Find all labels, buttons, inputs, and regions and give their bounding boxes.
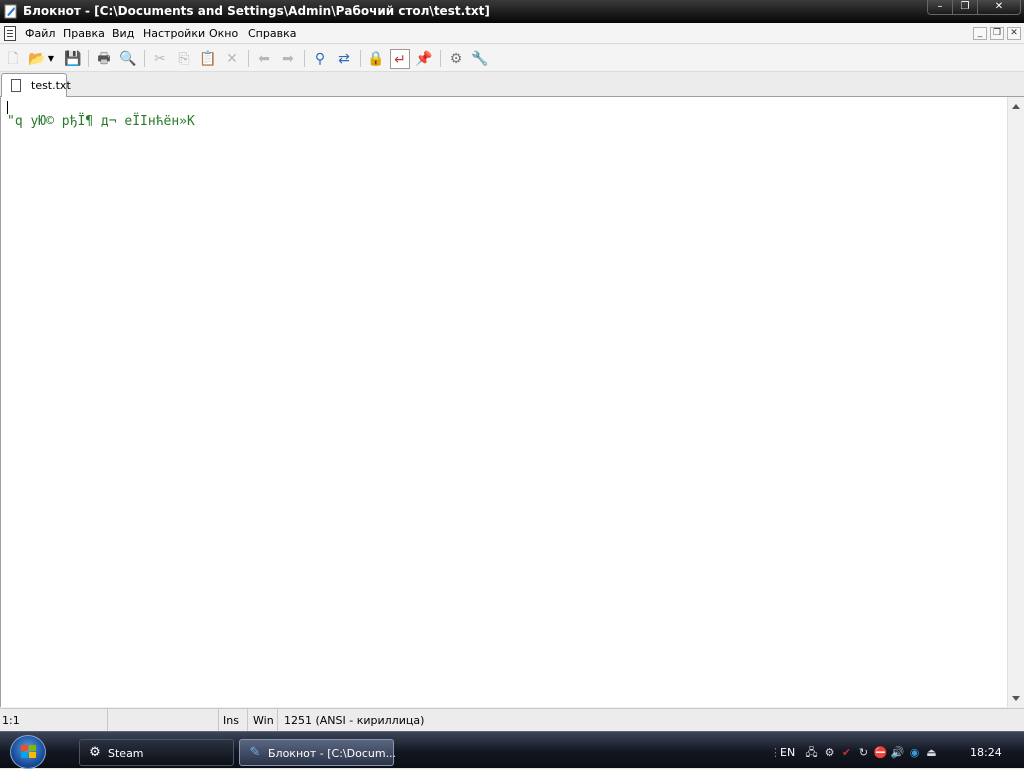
steam-icon: ⚙	[89, 745, 101, 760]
replace-icon[interactable]: ⇄	[334, 49, 354, 69]
menu-window[interactable]: Окно	[209, 27, 238, 40]
lock-icon[interactable]: 🔒	[366, 49, 386, 69]
mdi-minimize-button[interactable]: _	[973, 27, 987, 40]
taskbar-item-steam[interactable]: ⚙ Steam	[79, 739, 234, 766]
safely-remove-icon[interactable]: ⏏	[924, 745, 939, 760]
open-folder-icon[interactable]: 📂	[27, 49, 47, 69]
dropdown-arrow-icon[interactable]: ▼	[45, 49, 57, 69]
language-indicator[interactable]: EN	[780, 746, 795, 759]
document-system-icon[interactable]	[4, 26, 16, 41]
taskbar-item-notepad[interactable]: ✎ Блокнот - [C:\Docum...	[239, 739, 397, 766]
toolbar-separator	[144, 50, 145, 67]
status-encoding[interactable]: 1251 (ANSI - кириллица)	[278, 709, 1024, 732]
toolbar-separator	[248, 50, 249, 67]
media-icon[interactable]: ◉	[907, 745, 922, 760]
copy-icon[interactable]: ⎘	[174, 49, 194, 69]
close-button[interactable]: ✕	[977, 0, 1021, 15]
toolbar-separator	[88, 50, 89, 67]
status-blank	[108, 709, 219, 732]
window-title: Блокнот - [C:\Documents and Settings\Adm…	[23, 4, 490, 18]
editor-line: "q уЮ© рђЇ¶ д¬ еЇІнћён»К	[7, 114, 195, 129]
toolbar-separator	[440, 50, 441, 67]
status-cursor-position: 1:1	[0, 709, 108, 732]
menu-help[interactable]: Справка	[248, 27, 296, 40]
toolbar: 🗋 📂 ▼ 💾 🖶 🔍 ✂ ⎘ 📋 ✕ ⬅ ➡ ⚲ ⇄ 🔒 ↵ 📌 ⚙ 🔧	[0, 45, 1024, 72]
mdi-restore-button[interactable]: ❐	[990, 27, 1004, 40]
print-preview-icon[interactable]: 🔍	[118, 49, 138, 69]
find-icon[interactable]: ⚲	[310, 49, 330, 69]
vertical-scrollbar[interactable]	[1007, 97, 1024, 707]
taskbar-item-label: Steam	[108, 747, 144, 760]
menu-file[interactable]: Файл	[25, 27, 55, 40]
status-line-endings[interactable]: Win	[248, 709, 278, 732]
antivirus-icon[interactable]: ✔	[839, 745, 854, 760]
menu-edit[interactable]: Правка	[63, 27, 105, 40]
network-icon[interactable]: 🖧	[804, 745, 819, 760]
tab-label: test.txt	[31, 79, 71, 92]
status-bar: 1:1 Ins Win 1251 (ANSI - кириллица)	[0, 708, 1024, 732]
pin-icon[interactable]: 📌	[414, 49, 434, 69]
scroll-down-icon[interactable]	[1012, 696, 1020, 701]
maximize-button[interactable]: ❐	[952, 0, 978, 15]
paste-icon[interactable]: 📋	[198, 49, 218, 69]
menu-bar: Файл Правка Вид Настройки Окно Справка _…	[0, 23, 1024, 44]
settings-icon[interactable]: ⚙	[446, 49, 466, 69]
delete-icon[interactable]: ✕	[222, 49, 242, 69]
steam-tray-icon[interactable]: ⚙	[822, 745, 837, 760]
cut-icon[interactable]: ✂	[150, 49, 170, 69]
tray-grip-icon: ⋮	[770, 746, 781, 759]
document-icon	[11, 79, 21, 92]
status-insert-mode[interactable]: Ins	[219, 709, 248, 732]
tab-strip: test.txt	[0, 72, 1024, 97]
new-file-icon[interactable]: 🗋	[3, 49, 23, 69]
redo-icon[interactable]: ➡	[278, 49, 298, 69]
save-icon[interactable]: 💾	[63, 49, 83, 69]
windows-logo-icon	[21, 745, 37, 759]
menu-view[interactable]: Вид	[112, 27, 134, 40]
notepad-window: Блокнот - [C:\Documents and Settings\Adm…	[0, 0, 1024, 732]
tab-test-txt[interactable]: test.txt	[1, 73, 71, 97]
undo-icon[interactable]: ⬅	[254, 49, 274, 69]
toolbar-separator	[360, 50, 361, 67]
text-editor[interactable]: "q уЮ© рђЇ¶ д¬ еЇІнћён»К	[0, 97, 1007, 707]
toolbar-separator	[304, 50, 305, 67]
system-tray: ⋮ EN 🖧 ⚙ ✔ ↻ ⛔ 🔊 ◉ ⏏ 18:24	[766, 739, 1024, 766]
tools-icon[interactable]: 🔧	[470, 49, 490, 69]
clock[interactable]: 18:24	[970, 746, 1002, 759]
menu-settings[interactable]: Настройки	[143, 27, 205, 40]
volume-icon[interactable]: 🔊	[890, 745, 905, 760]
start-button[interactable]	[10, 735, 46, 769]
word-wrap-icon[interactable]: ↵	[390, 49, 410, 69]
scroll-up-icon[interactable]	[1012, 104, 1020, 109]
mdi-close-button[interactable]: ✕	[1007, 27, 1021, 40]
notepad-app-icon	[4, 4, 17, 19]
security-icon[interactable]: ⛔	[873, 745, 888, 760]
notepad-icon: ✎	[249, 745, 261, 760]
taskbar: ⚙ Steam ✎ Блокнот - [C:\Docum... ⋮ EN 🖧 …	[0, 731, 1024, 769]
update-icon[interactable]: ↻	[856, 745, 871, 760]
minimize-button[interactable]: –	[927, 0, 953, 15]
print-icon[interactable]: 🖶	[94, 49, 114, 69]
title-bar[interactable]: Блокнот - [C:\Documents and Settings\Adm…	[0, 0, 1024, 23]
text-caret	[7, 101, 8, 114]
taskbar-item-label: Блокнот - [C:\Docum...	[268, 747, 397, 760]
